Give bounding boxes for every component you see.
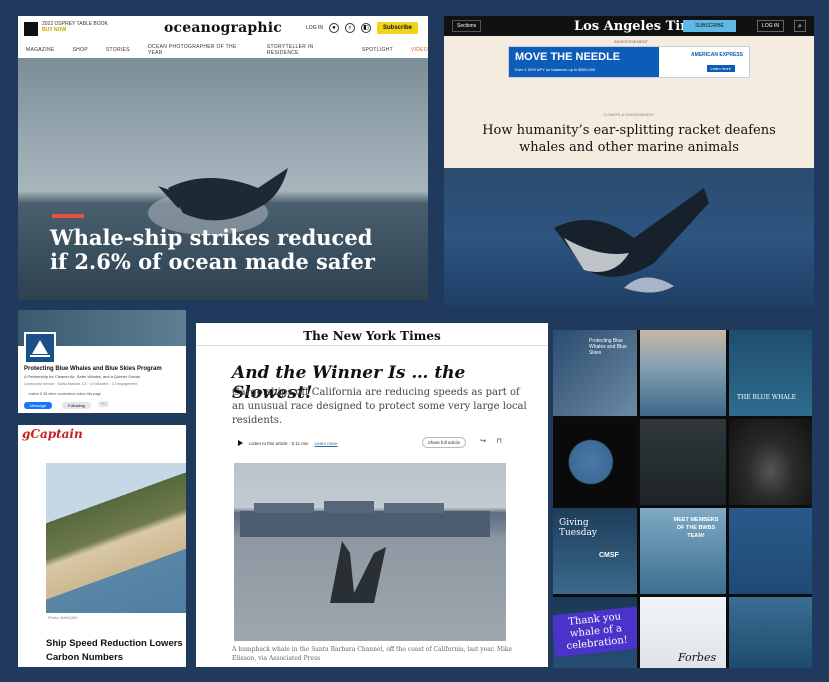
amex-ad[interactable]: MOVE THE NEEDLE Earn 1.00% APY on balanc… [508,46,750,78]
grid-post-1-text: Protecting Blue Whales and Blue Skies [589,338,627,356]
header-divider [196,345,548,346]
nav-video[interactable]: VIDEO [411,47,428,53]
photo-caption: A humpback whale in the Santa Barbara Ch… [232,646,513,662]
grid-post-11-text: Forbes [678,651,717,664]
user-icon[interactable]: ● [328,23,339,33]
instagram-grid: Protecting Blue Whales and Blue Skies TH… [553,330,812,668]
latimes-login-button[interactable]: LOG IN [757,20,784,32]
nav-shop[interactable]: SHOP [73,47,88,53]
grid-post-9[interactable] [729,508,812,594]
message-button[interactable]: Message [24,402,53,409]
latimes-headline: How humanity’s ear-splitting racket deaf… [482,123,776,155]
bookmark-icon[interactable]: ⊓ [497,437,502,445]
share-arrow-icon[interactable]: ↪ [480,437,486,445]
whale-figure [554,188,709,293]
nyt-screenshot: The New York Times And the Winner Is … t… [196,323,548,667]
page-meta: Community Service · Santa Barbara, CA · … [24,382,137,386]
page-description: A Partnership for Cleaner Air, Safer Wha… [24,374,141,379]
grid-post-7-text: Giving Tuesday [559,518,597,538]
ad-title: MOVE THE NEEDLE [515,51,621,63]
coastline-photo [46,463,186,613]
grid-post-1[interactable]: Protecting Blue Whales and Blue Skies [553,330,637,416]
grid-post-10-text: Thank you whale of a celebration! [553,606,637,658]
ad-brand: AMERICAN EXPRESS [691,52,743,58]
cargo-ship-whale-photo [234,463,506,641]
oceanographic-nav: MAGAZINE SHOP STORIES OCEAN PHOTOGRAPHER… [18,42,428,59]
more-options-button[interactable]: ··· [98,401,109,407]
ad-label: ADVERTISEMENT [614,39,648,44]
nav-magazine[interactable]: MAGAZINE [26,47,55,53]
gcaptain-screenshot: gCaptain Photo: BAAQMD Ship Speed Reduct… [18,425,186,667]
grid-post-7-logo: CMSF [599,552,619,559]
book-promo[interactable]: 2022 OSPREY TABLE BOOK BUY NOW [42,21,108,33]
oceanographic-toolbar: LOG IN ● ⌕ ◧ Subscribe [306,22,418,34]
grid-post-11[interactable]: Forbes [640,597,726,668]
nav-spotlight[interactable]: SPOTLIGHT [362,47,393,53]
nav-stories[interactable]: STORIES [106,47,130,53]
grid-post-3[interactable]: THE BLUE WHALE [729,330,812,416]
share-full-article-button[interactable]: Share full article [421,437,466,448]
oceanographic-header: 2022 OSPREY TABLE BOOK BUY NOW oceanogra… [18,16,428,42]
following-button[interactable]: Following [62,402,91,409]
facebook-page-screenshot: Protecting Blue Whales and Blue Skies Pr… [18,310,186,413]
book-promo-icon[interactable] [24,22,38,36]
latimes-header: Sections Los Angeles Times SUBSCRIBE LOG… [444,16,814,36]
ad-learn-more[interactable]: Learn more [706,65,735,72]
audio-player: Listen to this article · 5:11 min Learn … [232,433,508,453]
sail-icon [30,340,50,357]
nyt-logo[interactable]: The New York Times [196,329,548,343]
advertisement-area: ADVERTISEMENT MOVE THE NEEDLE Earn 1.00%… [444,36,814,168]
section-kicker[interactable]: CLIMATE & ENVIRONMENT [444,112,814,117]
page-name: Protecting Blue Whales and Blue Skies Pr… [24,366,162,372]
search-icon[interactable]: ⌕ [794,20,806,32]
latimes-screenshot: Sections Los Angeles Times SUBSCRIBE LOG… [444,16,814,306]
followers-line: Justine & 38 other connections follow th… [28,392,101,396]
nyt-summary: Cargo ships off California are reducing … [232,387,527,426]
grid-post-3-text: THE BLUE WHALE [737,394,797,401]
cart-icon[interactable]: ◧ [360,23,371,33]
oceanographic-logo[interactable]: oceanographic [164,20,282,36]
category-tag [52,214,84,218]
oceanographic-screenshot: 2022 OSPREY TABLE BOOK BUY NOW oceanogra… [18,16,428,300]
listen-label[interactable]: Listen to this article · 5:11 min [249,441,308,446]
grid-post-8-text: MEET MEMBERS OF THE BWBS TEAM! [673,517,719,539]
play-icon[interactable] [238,440,243,446]
nav-storyteller[interactable]: STORYTELLER IN RESIDENCE [267,44,344,56]
humpback-breach-photo [444,168,814,306]
ad-small-print: Earn 1.00% APY on balances up to $500,00… [515,67,596,72]
latimes-subscribe-button[interactable]: SUBSCRIBE [683,20,736,32]
grid-post-5[interactable] [640,419,726,505]
grid-post-2[interactable] [640,330,726,416]
gcaptain-logo[interactable]: gCaptain [22,427,83,441]
grid-post-10[interactable]: Thank you whale of a celebration! [553,597,637,668]
sections-button[interactable]: Sections [452,20,482,32]
grid-post-6[interactable] [729,419,812,505]
nav-opoty[interactable]: OCEAN PHOTOGRAPHER OF THE YEAR [148,44,249,56]
subscribe-button[interactable]: Subscribe [376,22,418,34]
oceanographic-headline[interactable]: Whale-ship strikes reduced if 2.6% of oc… [50,226,390,274]
photo-credit: Photo: BAAQMD [48,615,79,620]
ship-and-flukes [240,501,490,603]
search-icon[interactable]: ⌕ [344,23,355,33]
grid-post-4[interactable] [553,419,637,505]
grid-post-12[interactable] [729,597,812,668]
login-link[interactable]: LOG IN [306,25,323,31]
gcaptain-headline[interactable]: Ship Speed Reduction Lowers Carbon Numbe… [46,637,186,665]
grid-post-8[interactable]: MEET MEMBERS OF THE BWBS TEAM! [640,508,726,594]
promo-buy-now[interactable]: BUY NOW [42,27,108,33]
grid-post-7[interactable]: Giving Tuesday CMSF [553,508,637,594]
learn-more-link[interactable]: Learn more [314,441,337,446]
page-logo[interactable] [24,332,56,364]
